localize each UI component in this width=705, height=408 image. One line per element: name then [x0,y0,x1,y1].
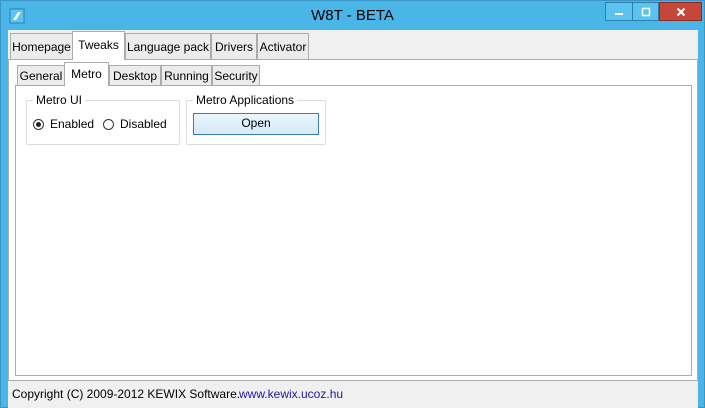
client-area: Homepage Tweaks Language pack Drivers Ac… [8,30,698,408]
close-icon [676,7,685,16]
minimize-icon [615,12,623,15]
tab-tweaks[interactable]: Tweaks [72,31,125,60]
metro-panel: Metro UI Enabled Disabled Metro Applicat… [15,85,692,376]
enabled-radio-label: Enabled [50,117,95,131]
maximize-icon [641,7,650,16]
tab-metro[interactable]: Metro [64,62,109,86]
metro-apps-group-label: Metro Applications [193,93,298,107]
close-button[interactable] [659,2,702,21]
metro-ui-group-label: Metro UI [33,93,86,107]
radio-unchecked-icon [103,118,114,130]
disabled-radio-label: Disabled [120,117,167,131]
enabled-radio[interactable]: Enabled [33,117,94,131]
disabled-radio[interactable]: Disabled [103,117,167,131]
tab-desktop[interactable]: Desktop [109,65,161,85]
metro-ui-group: Metro UI Enabled Disabled [26,93,180,145]
tab-running[interactable]: Running [161,65,212,85]
radio-checked-icon [33,118,44,130]
website-link[interactable]: www.kewix.ucoz.hu [239,382,343,406]
tab-general[interactable]: General [17,65,65,85]
window-title: W8T - BETA [311,7,394,24]
status-bar: Copyright (C) 2009-2012 KEWIX Software. … [8,382,698,406]
open-button[interactable]: Open [193,113,319,135]
metro-apps-group: Metro Applications Open [186,93,326,145]
minimize-button[interactable] [605,2,632,21]
title-bar[interactable]: W8T - BETA [1,1,704,30]
tab-homepage[interactable]: Homepage [10,33,73,59]
tab-drivers[interactable]: Drivers [211,33,257,59]
tab-language-pack[interactable]: Language pack [125,33,211,59]
copyright-text: Copyright (C) 2009-2012 KEWIX Software. [12,387,241,401]
tab-activator[interactable]: Activator [257,33,309,59]
tab-security[interactable]: Security [212,65,260,85]
maximize-button[interactable] [632,2,659,21]
tweaks-panel: General Metro Desktop Running Security M… [8,59,698,381]
app-window: W8T - BETA Homepage Tweaks Language pack… [0,0,705,408]
